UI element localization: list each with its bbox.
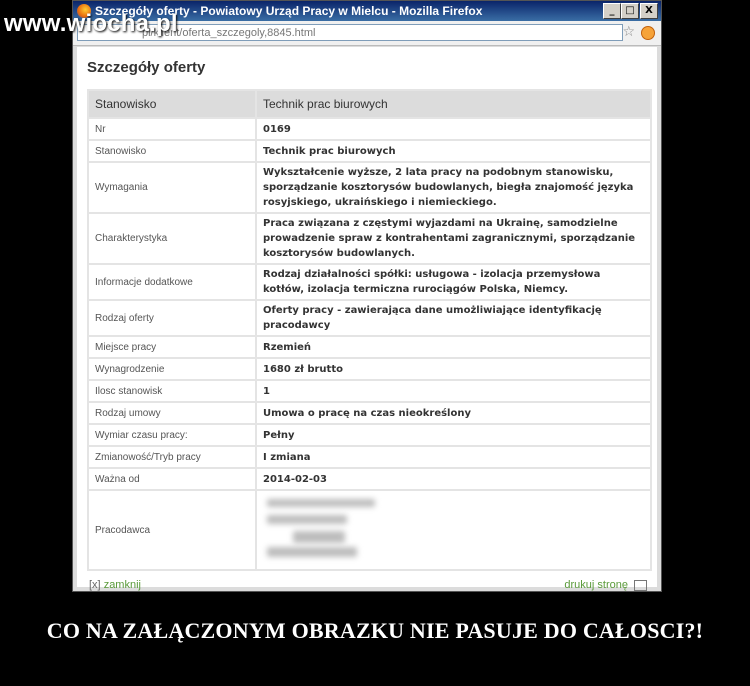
table-row: Wymiar czasu pracy: Pełny — [89, 425, 650, 445]
table-row: Rodzaj oferty Oferty pracy - zawierająca … — [89, 301, 650, 335]
offer-details-table: Stanowisko Technik prac biurowych Nr 0169… — [87, 89, 652, 571]
table-row: Zmianowość/Tryb pracy I zmiana — [89, 447, 650, 467]
close-label: zamknij — [103, 579, 141, 591]
table-row: Pracodawca — [89, 491, 650, 569]
header-value: Technik prac biurowych — [257, 91, 650, 117]
row-value: I zmiana — [257, 447, 650, 467]
printer-icon — [634, 579, 647, 591]
table-row: Nr 0169 — [89, 119, 650, 139]
page-content: Szczegóły oferty Stanowisko Technik prac… — [77, 47, 657, 591]
print-label: drukuj stronę — [564, 579, 628, 591]
row-label: Rodzaj umowy — [89, 403, 255, 423]
row-label: Informacje dodatkowe — [89, 265, 255, 299]
browser-window: Szczegóły oferty - Powiatowy Urząd Pracy… — [72, 0, 662, 592]
table-row: Wynagrodzenie 1680 zł brutto — [89, 359, 650, 379]
row-label: Zmianowość/Tryb pracy — [89, 447, 255, 467]
table-header-row: Stanowisko Technik prac biurowych — [89, 91, 650, 117]
row-label: Wynagrodzenie — [89, 359, 255, 379]
row-label: Nr — [89, 119, 255, 139]
row-label: Rodzaj oferty — [89, 301, 255, 335]
watermark-logo: www.wiocha.pl — [4, 10, 178, 37]
row-value: Technik prac biurowych — [257, 141, 650, 161]
row-label: Pracodawca — [89, 491, 255, 569]
table-row: Stanowisko Technik prac biurowych — [89, 141, 650, 161]
row-value: Oferty pracy - zawierająca dane umożliwi… — [257, 301, 650, 335]
header-label: Stanowisko — [89, 91, 255, 117]
row-value: Rzemień — [257, 337, 650, 357]
table-row: Ilosc stanowisk 1 — [89, 381, 650, 401]
row-label: Miejsce pracy — [89, 337, 255, 357]
stop-icon[interactable] — [641, 26, 655, 40]
row-value: 1 — [257, 381, 650, 401]
minimize-button[interactable]: _ — [603, 3, 621, 19]
row-label: Wymiar czasu pracy: — [89, 425, 255, 445]
poster-caption: CO NA ZAŁĄCZONYM OBRAZKU NIE PASUJE DO C… — [46, 618, 704, 643]
row-value: Praca związana z częstymi wyjazdami na U… — [257, 214, 650, 263]
row-value: Umowa o pracę na czas nieokreślony — [257, 403, 650, 423]
row-label: Ilosc stanowisk — [89, 381, 255, 401]
row-label: Charakterystyka — [89, 214, 255, 263]
page-footer: [x] zamknij drukuj stronę — [87, 579, 647, 593]
employer-blurred-value — [257, 491, 650, 569]
blurred-employer-info — [263, 493, 644, 567]
page-title: Szczegóły oferty — [87, 59, 206, 76]
row-label: Ważna od — [89, 469, 255, 489]
table-row: Charakterystyka Praca związana z częstymi… — [89, 214, 650, 263]
table-row: Ważna od 2014-02-03 — [89, 469, 650, 489]
table-row: Wymagania Wykształcenie wyższe, 2 lata pr… — [89, 163, 650, 212]
row-value: Wykształcenie wyższe, 2 lata pracy na po… — [257, 163, 650, 212]
row-value: 1680 zł brutto — [257, 359, 650, 379]
row-value: Pełny — [257, 425, 650, 445]
table-row: Rodzaj umowy Umowa o pracę na czas nieokr… — [89, 403, 650, 423]
row-value: Rodzaj działalności spółki: usługowa - i… — [257, 265, 650, 299]
row-label: Wymagania — [89, 163, 255, 212]
row-value: 0169 — [257, 119, 650, 139]
maximize-button[interactable]: □ — [621, 3, 639, 19]
table-row: Informacje dodatkowe Rodzaj działalności … — [89, 265, 650, 299]
row-value: 2014-02-03 — [257, 469, 650, 489]
close-prefix: [x] — [89, 579, 101, 591]
bookmark-star-icon[interactable]: ☆ — [622, 24, 635, 41]
row-label: Stanowisko — [89, 141, 255, 161]
print-link[interactable]: drukuj stronę — [564, 579, 647, 591]
table-row: Miejsce pracy Rzemień — [89, 337, 650, 357]
close-button[interactable]: X — [640, 3, 658, 19]
close-link[interactable]: [x] zamknij — [89, 579, 141, 591]
